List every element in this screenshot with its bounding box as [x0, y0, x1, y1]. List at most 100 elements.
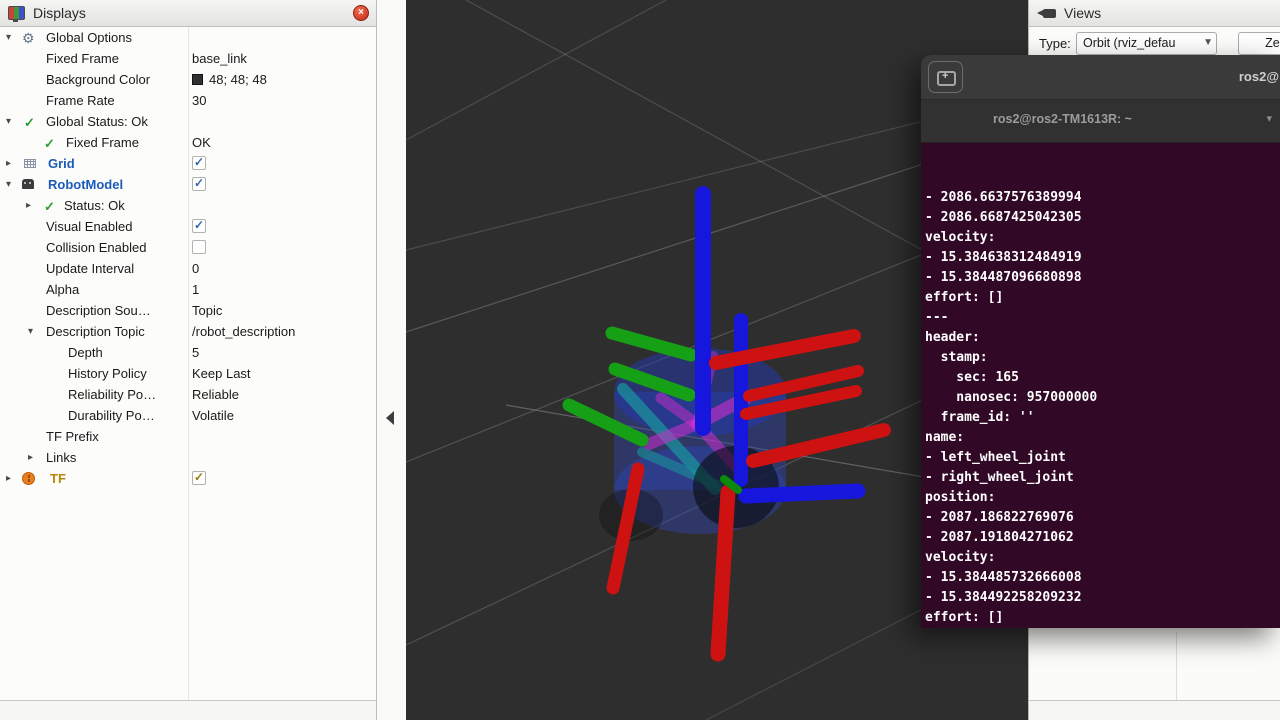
property-value[interactable]: Volatile: [192, 408, 234, 423]
expander-right-icon[interactable]: ▸: [28, 451, 33, 464]
expander-right-icon[interactable]: ▸: [6, 472, 11, 485]
terminal-line: effort: []: [925, 608, 1280, 628]
display-row-frame-rate[interactable]: Frame Rate 30: [0, 90, 376, 111]
property-label: RobotModel: [48, 177, 123, 192]
view-type-value: Orbit (rviz_defau: [1083, 36, 1175, 50]
displays-panel-title: Displays: [33, 5, 86, 21]
checkbox[interactable]: [192, 240, 206, 254]
terminal-line: frame_id: '': [925, 408, 1280, 428]
check-icon: [44, 135, 58, 149]
property-label: Update Interval: [46, 261, 134, 276]
terminal-line: velocity:: [925, 228, 1280, 248]
terminal-line: header:: [925, 328, 1280, 348]
checkbox[interactable]: [192, 471, 206, 485]
terminal-tab-title[interactable]: ros2@ros2-TM1613R: ~: [993, 112, 1132, 126]
property-label: Grid: [48, 156, 75, 171]
display-row-reliability-po[interactable]: Reliability Po…Reliable: [0, 384, 376, 405]
displays-titlebar[interactable]: Displays ×: [0, 0, 376, 27]
display-row-collision-enabled[interactable]: Collision Enabled: [0, 237, 376, 258]
expander-down-icon[interactable]: ▾: [6, 31, 11, 44]
display-row-robotmodel[interactable]: ▾ RobotModel: [0, 174, 376, 195]
property-label: Collision Enabled: [46, 240, 146, 255]
expander-down-icon[interactable]: ▾: [6, 115, 11, 128]
gear-icon: [22, 30, 36, 44]
expander-down-icon[interactable]: ▾: [28, 325, 33, 338]
terminal-line: - 2086.6637576389994: [925, 188, 1280, 208]
view-type-dropdown[interactable]: Orbit (rviz_defau ▼: [1076, 32, 1217, 55]
property-label: Fixed Frame: [46, 51, 119, 66]
display-row-links[interactable]: ▸ Links: [0, 447, 376, 468]
display-row-depth[interactable]: Depth5: [0, 342, 376, 363]
display-row-tf[interactable]: ▸TF: [0, 468, 376, 489]
views-type-row: Type: Orbit (rviz_defau ▼ Zero: [1029, 29, 1280, 57]
display-row-tf-prefix[interactable]: TF Prefix: [0, 426, 376, 447]
check-icon: [24, 114, 38, 128]
terminal-line: sec: 165: [925, 368, 1280, 388]
property-value[interactable]: 48; 48; 48: [209, 72, 267, 87]
checkbox[interactable]: [192, 219, 206, 233]
property-value[interactable]: 30: [192, 93, 206, 108]
display-row-status-ok[interactable]: ▸ Status: Ok: [0, 195, 376, 216]
terminal-line: - left_wheel_joint: [925, 448, 1280, 468]
property-label: Status: Ok: [64, 198, 125, 213]
grid-icon: [24, 159, 36, 168]
property-value[interactable]: Topic: [192, 303, 222, 318]
terminal-line: name:: [925, 428, 1280, 448]
display-row-fixed-frame[interactable]: Fixed FrameOK: [0, 132, 376, 153]
terminal-line: effort: []: [925, 288, 1280, 308]
display-row-update-interval[interactable]: Update Interval 0: [0, 258, 376, 279]
terminal-output[interactable]: - 2086.6637576389994- 2086.6687425042305…: [921, 142, 1280, 628]
close-icon[interactable]: ×: [353, 5, 369, 21]
displays-property-tree: ▾Global Options Fixed Frame base_link Backg…: [0, 27, 376, 701]
views-titlebar[interactable]: Views: [1029, 0, 1280, 27]
display-row-grid[interactable]: ▸ Grid: [0, 153, 376, 174]
property-value[interactable]: base_link: [192, 51, 247, 66]
display-row-durability-po[interactable]: Durability Po… Volatile: [0, 405, 376, 426]
display-row-alpha[interactable]: Alpha 1: [0, 279, 376, 300]
property-value[interactable]: OK: [192, 135, 211, 150]
expander-right-icon[interactable]: ▸: [26, 199, 31, 212]
property-label: Visual Enabled: [46, 219, 133, 234]
property-value[interactable]: Reliable: [192, 387, 239, 402]
display-row-background-color[interactable]: Background Color 48; 48; 48: [0, 69, 376, 90]
display-row-history-policy[interactable]: History PolicyKeep Last: [0, 363, 376, 384]
zero-button[interactable]: Zero: [1238, 32, 1280, 55]
terminal-line: - 15.384487096680898: [925, 268, 1280, 288]
display-row-global-status-ok[interactable]: ▾Global Status: Ok: [0, 111, 376, 132]
new-tab-button[interactable]: [928, 61, 963, 93]
displays-panel: Displays × ▾Global Options Fixed Frame bas…: [0, 0, 377, 720]
expander-down-icon[interactable]: ▾: [6, 178, 11, 191]
chevron-down-icon[interactable]: ▾: [1266, 112, 1272, 125]
property-label: Frame Rate: [46, 93, 115, 108]
terminal-titlebar[interactable]: ros2@: [921, 55, 1280, 100]
terminal-tab-bar[interactable]: ros2@ros2-TM1613R: ~ ▾: [921, 100, 1280, 143]
checkbox[interactable]: [192, 177, 206, 191]
property-label: TF Prefix: [46, 429, 99, 444]
property-value[interactable]: 5: [192, 345, 199, 360]
property-value[interactable]: Keep Last: [192, 366, 251, 381]
display-row-global-options[interactable]: ▾Global Options: [0, 27, 376, 48]
display-row-fixed-frame[interactable]: Fixed Frame base_link: [0, 48, 376, 69]
display-row-description-sou[interactable]: Description Sou…Topic: [0, 300, 376, 321]
views-type-label: Type:: [1039, 36, 1071, 51]
terminal-line: - right_wheel_joint: [925, 468, 1280, 488]
collapse-left-icon[interactable]: [386, 411, 394, 425]
terminal-window-title: ros2@: [1239, 69, 1279, 84]
check-icon: [44, 198, 58, 212]
display-row-visual-enabled[interactable]: Visual Enabled: [0, 216, 376, 237]
property-value[interactable]: 0: [192, 261, 199, 276]
tf-icon: [22, 472, 35, 485]
color-swatch: [192, 74, 203, 85]
property-label: Background Color: [46, 72, 150, 87]
expander-right-icon[interactable]: ▸: [6, 157, 11, 170]
terminal-window[interactable]: ros2@ ros2@ros2-TM1613R: ~ ▾ - 2086.6637…: [921, 55, 1280, 628]
panel-splitter[interactable]: [377, 0, 406, 720]
property-label: Durability Po…: [68, 408, 155, 423]
property-label: Alpha: [46, 282, 79, 297]
property-value[interactable]: 1: [192, 282, 199, 297]
property-value[interactable]: /robot_description: [192, 324, 295, 339]
property-label: Links: [46, 450, 76, 465]
display-row-description-topic[interactable]: ▾Description Topic/robot_description: [0, 321, 376, 342]
terminal-line: - 15.384638312484919: [925, 248, 1280, 268]
checkbox[interactable]: [192, 156, 206, 170]
